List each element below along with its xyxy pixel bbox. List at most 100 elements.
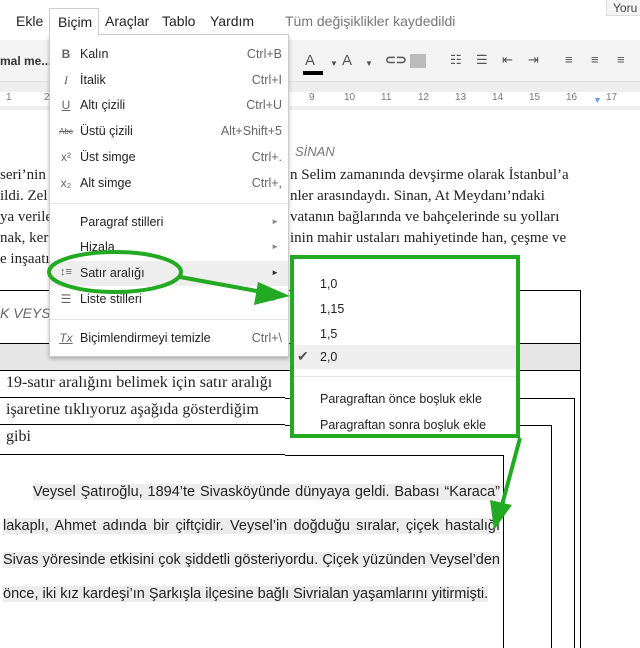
body-paragraph: Veysel Şatıroğlu, 1894’te Sivasköyünde d… — [3, 475, 500, 611]
heading-fragment: SİNAN — [295, 144, 335, 159]
line-spacing-icon: ↕≡ — [60, 266, 72, 278]
shortcut: Ctrl+B — [246, 47, 282, 61]
ruler-tick: 16 — [566, 92, 578, 103]
highlight-color-icon[interactable]: A — [342, 52, 352, 69]
text-fragment: vatanın bağlarında ve bahçelerinde su yo… — [290, 209, 560, 225]
ruler-tick: 14 — [492, 92, 504, 103]
clear-formatting-icon: Tx — [59, 331, 73, 345]
text-fragment: nler arasındaydı. Sinan, At Meydanı’ndak… — [290, 188, 545, 204]
bulleted-list-icon[interactable]: ☰ — [476, 52, 488, 68]
align-right-icon[interactable]: ≡ — [617, 52, 625, 67]
ruler-tick: 13 — [455, 92, 467, 103]
shortcut: Ctrl+U — [246, 98, 282, 112]
shortcut: Ctrl+, — [251, 176, 282, 190]
submenu-arrow-icon: ► — [271, 242, 279, 251]
superscript-icon: x² — [61, 150, 71, 164]
text-color-icon[interactable]: A — [303, 52, 323, 75]
spacing-option-1-0[interactable]: 1,0 — [294, 272, 516, 296]
comments-button[interactable]: Yoru — [606, 0, 640, 16]
chevron-down-icon[interactable]: ▼ — [330, 59, 338, 68]
submenu-arrow-icon: ► — [271, 268, 279, 277]
menu-ekle[interactable]: Ekle — [16, 13, 43, 29]
ruler-tick: 17 — [606, 92, 618, 103]
menu-item-label: Satır aralığı — [80, 266, 145, 280]
menu-bicim[interactable]: Biçim — [49, 8, 99, 36]
spacing-option-1-15[interactable]: 1,15 — [294, 297, 516, 321]
menu-item-subscript[interactable]: x₂ Alt simge Ctrl+, — [50, 171, 288, 196]
menu-item-list-styles[interactable]: ☰ Liste stilleri ► — [50, 287, 288, 312]
annotation-arrow — [500, 437, 522, 506]
menu-item-label: Alt simge — [80, 176, 132, 190]
style-select[interactable]: mal me... — [0, 54, 51, 68]
shortcut: Ctrl+I — [251, 73, 282, 87]
submenu-arrow-icon: ► — [271, 294, 279, 303]
shortcut: Ctrl+\ — [251, 331, 282, 345]
menu-yardim[interactable]: Yardım — [210, 13, 254, 29]
menu-item-underline[interactable]: U Altı çizili Ctrl+U — [50, 93, 288, 118]
menu-item-superscript[interactable]: x² Üst simge Ctrl+. — [50, 145, 288, 170]
add-space-after-paragraph[interactable]: Paragraftan sonra boşluk ekle — [294, 413, 516, 437]
menu-item-label: İtalik — [80, 73, 106, 87]
italic-icon: I — [64, 73, 68, 87]
menu-item-clear-formatting[interactable]: Tx Biçimlendirmeyi temizle Ctrl+\ — [50, 326, 288, 351]
format-menu: B Kalın Ctrl+B I İtalik Ctrl+I U Altı çizili C… — [49, 34, 289, 357]
menu-item-line-spacing[interactable]: ↕≡ Satır aralığı ► — [50, 261, 288, 286]
option-label: 1,0 — [320, 277, 338, 291]
menu-item-bold[interactable]: B Kalın Ctrl+B — [50, 42, 288, 67]
menu-araclar[interactable]: Araçlar — [105, 13, 149, 29]
menu-item-label: Biçimlendirmeyi temizle — [80, 331, 211, 345]
option-label: 2,0 — [320, 350, 338, 364]
menu-item-italic[interactable]: I İtalik Ctrl+I — [50, 68, 288, 93]
text-fragment: ildi. Zel — [0, 188, 48, 204]
subscript-icon: x₂ — [60, 176, 72, 190]
option-label: 1,15 — [320, 302, 345, 316]
spacing-option-1-5[interactable]: 1,5 — [294, 322, 516, 346]
numbered-list-icon[interactable]: ☷ — [450, 52, 462, 68]
ruler-tick: 1 — [6, 92, 12, 103]
menu-separator — [50, 319, 288, 320]
menu-separator — [294, 376, 516, 377]
checkmark-icon: ✔ — [297, 348, 309, 364]
text-fragment: nak, ker — [0, 230, 49, 246]
option-label: Paragraftan önce boşluk ekle — [320, 392, 482, 406]
list-styles-icon: ☰ — [60, 292, 72, 306]
save-status: Tüm değişiklikler kaydedildi — [285, 13, 456, 29]
underline-icon: U — [61, 98, 71, 112]
link-icon[interactable]: ⊂⊃ — [385, 52, 407, 68]
menu-item-label: Liste stilleri — [80, 292, 142, 306]
submenu-arrow-icon: ► — [271, 217, 279, 226]
align-left-icon[interactable]: ≡ — [565, 52, 573, 67]
indent-marker[interactable]: ▼ — [593, 95, 602, 105]
selected-text[interactable]: Veysel Şatıroğlu, 1894’te Sivasköyünde d… — [3, 484, 500, 602]
add-space-before-paragraph[interactable]: Paragraftan önce boşluk ekle — [294, 387, 516, 411]
menu-tablo[interactable]: Tablo — [162, 13, 195, 29]
align-center-icon[interactable]: ≡ — [591, 52, 599, 67]
decrease-indent-icon[interactable]: ⇤ — [502, 52, 513, 68]
menu-item-label: Altı çizili — [80, 98, 126, 112]
menu-separator — [50, 203, 288, 204]
table-heading-fragment: K VEYSİ — [0, 305, 55, 321]
strikethrough-icon: Abc — [59, 127, 73, 136]
text-fragment: e inşaatı — [0, 251, 50, 267]
spacing-option-2-0[interactable]: ✔ 2,0 — [294, 345, 516, 369]
ruler-tick: 15 — [529, 92, 541, 103]
ruler-tick: 10 — [344, 92, 356, 103]
menu-item-strikethrough[interactable]: Abc Üstü çizili Alt+Shift+5 — [50, 119, 288, 144]
text-fragment: n Selim zamanında devşirme olarak İstanb… — [290, 167, 569, 183]
menu-item-label: Paragraf stilleri — [80, 215, 164, 229]
text-fragment: ya verile — [0, 209, 53, 225]
option-label: Paragraftan sonra boşluk ekle — [320, 418, 487, 432]
menu-item-align[interactable]: Hizala ► — [50, 235, 288, 260]
note-line: işaretine tıklıyoruz aşağıda gösterdiğim — [6, 401, 259, 418]
chevron-down-icon[interactable]: ▼ — [365, 59, 373, 68]
bold-icon: B — [61, 47, 71, 61]
menu-item-label: Kalın — [80, 47, 109, 61]
ruler-tick: 9 — [309, 92, 315, 103]
increase-indent-icon[interactable]: ⇥ — [528, 52, 539, 68]
menu-item-label: Üstü çizili — [80, 124, 133, 138]
note-line: 19-satır aralığını belimek için satır ar… — [6, 374, 273, 391]
shortcut: Ctrl+. — [251, 150, 282, 164]
ruler-tick: 12 — [418, 92, 430, 103]
menu-item-paragraph-styles[interactable]: Paragraf stilleri ► — [50, 210, 288, 235]
image-icon[interactable] — [410, 54, 426, 68]
